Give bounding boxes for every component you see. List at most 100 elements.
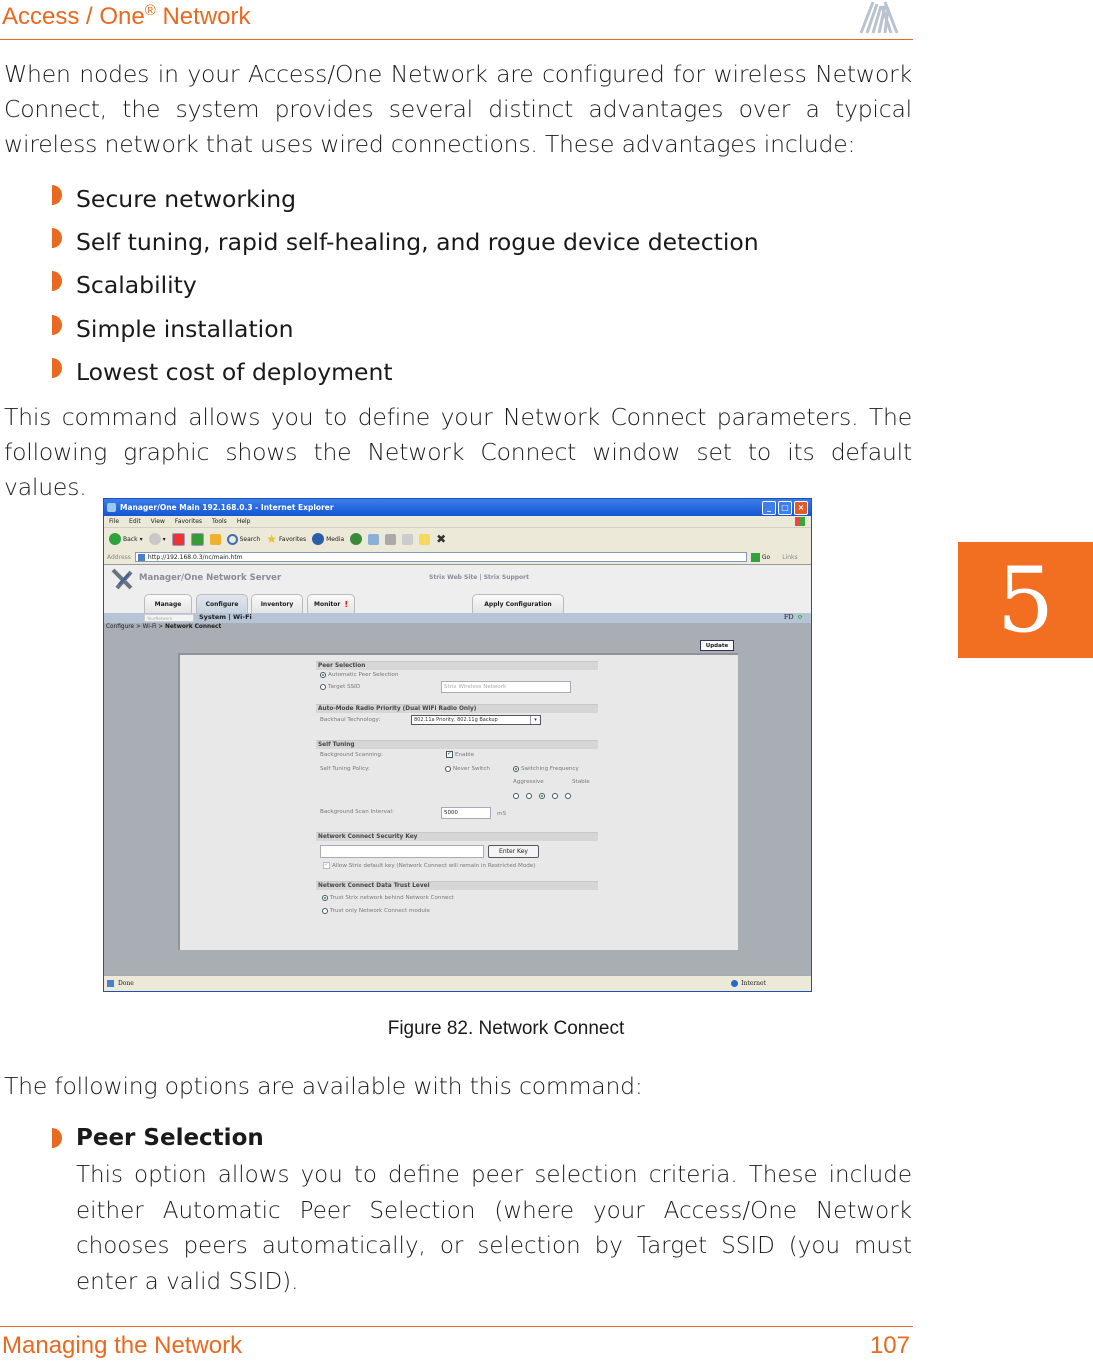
media-label: Media xyxy=(326,535,345,543)
background-scanning-checkbox[interactable] xyxy=(446,749,453,758)
print-icon[interactable] xyxy=(385,533,397,545)
close-icon[interactable]: × xyxy=(794,500,808,515)
menu-favorites[interactable]: Favorites xyxy=(175,518,202,525)
breadcrumb-prefix: Configure > Wi-Fi > xyxy=(106,624,166,630)
browser-toolbar: Back ▾ ▾ Search ★ Favorites Media ✖ xyxy=(104,528,811,550)
apply-configuration-tab[interactable]: Apply Configuration xyxy=(472,594,564,613)
globe-icon xyxy=(731,980,739,987)
advantages-list: Secure networking Self tuning, rapid sel… xyxy=(52,177,759,393)
target-ssid-input[interactable]: Strix Wireless Network xyxy=(441,681,571,693)
switching-frequency-row[interactable]: Switching Frequency xyxy=(513,766,579,772)
strix-logo-icon xyxy=(859,1,899,34)
forward-button[interactable]: ▾ xyxy=(148,533,166,545)
menu-view[interactable]: View xyxy=(151,518,165,525)
bullet-icon xyxy=(52,314,62,335)
trust-option-2-row[interactable]: Trust only Network Connect module xyxy=(322,908,430,914)
home-icon[interactable] xyxy=(209,533,221,545)
update-button[interactable]: Update xyxy=(700,640,734,651)
maximize-icon[interactable]: □ xyxy=(778,500,792,515)
history-icon[interactable] xyxy=(350,533,363,545)
automatic-peer-radio[interactable] xyxy=(320,672,326,678)
go-label: Go xyxy=(761,553,771,561)
automatic-peer-radio-row[interactable]: Automatic Peer Selection xyxy=(320,672,398,678)
window-titlebar: Manager/One Main 192.168.0.3 - Internet … xyxy=(104,499,811,516)
search-button[interactable]: Search xyxy=(226,533,260,545)
command-paragraph: This command allows you to define your N… xyxy=(4,403,912,501)
back-button[interactable]: Back ▾ xyxy=(109,533,143,545)
frequency-level-radio[interactable] xyxy=(513,793,519,799)
status-zone: Internet xyxy=(741,980,766,987)
network-select[interactable]: YourNetwork xyxy=(144,614,194,622)
section-radio-priority: Auto-Mode Radio Priority (Dual WiFi Radi… xyxy=(316,704,598,713)
never-switch-label: Never Switch xyxy=(453,766,490,772)
trust-module-radio[interactable] xyxy=(322,908,328,914)
menu-file[interactable]: File xyxy=(109,518,119,525)
aggressive-label: Aggressive xyxy=(513,779,544,785)
minimize-icon[interactable]: _ xyxy=(762,500,776,515)
self-tuning-policy-label: Self Tuning Policy: xyxy=(320,766,370,772)
target-ssid-radio[interactable] xyxy=(320,684,326,690)
figure-screenshot: Manager/One Main 192.168.0.3 - Internet … xyxy=(103,498,812,992)
menu-tools[interactable]: Tools xyxy=(212,518,227,525)
tab-inventory[interactable]: Inventory xyxy=(251,594,303,613)
strix-x-icon[interactable]: ✖ xyxy=(436,532,446,546)
list-item: Self tuning, rapid self-healing, and rog… xyxy=(52,220,759,263)
tab-monitor[interactable]: Monitor! xyxy=(307,594,355,613)
figure-caption: Figure 82. Network Connect xyxy=(0,1018,1093,1040)
frequency-level-radio[interactable] xyxy=(552,793,558,799)
trust-network-label: Trust Strix network behind Network Conne… xyxy=(330,895,454,901)
backhaul-technology-select[interactable]: 802.11a Priority, 802.11g Backup ▾ xyxy=(411,715,541,725)
frequency-level-radio[interactable] xyxy=(565,793,571,799)
address-input[interactable]: http://192.168.0.3/nc/main.htm xyxy=(134,552,747,562)
header-rule xyxy=(0,39,913,40)
tab-configure[interactable]: Configure xyxy=(196,594,248,613)
note-icon[interactable] xyxy=(419,533,431,545)
refresh-icon[interactable] xyxy=(190,532,204,546)
go-arrow-icon xyxy=(750,552,760,562)
trust-option-1-row[interactable]: Trust Strix network behind Network Conne… xyxy=(322,895,454,901)
default-key-row[interactable]: Allow Strix default key (Network Connect… xyxy=(323,860,536,869)
menu-bar: File Edit View Favorites Tools Help xyxy=(104,516,811,528)
tab-manage[interactable]: Manage xyxy=(144,594,192,613)
network-connect-panel: Peer Selection Automatic Peer Selection … xyxy=(178,653,738,950)
registered-mark: ® xyxy=(144,2,156,19)
default-key-checkbox[interactable] xyxy=(323,860,330,869)
search-icon xyxy=(226,533,238,545)
security-key-input[interactable] xyxy=(320,845,484,858)
links-button[interactable]: Links xyxy=(782,554,797,561)
target-ssid-radio-row[interactable]: Target SSID xyxy=(320,684,360,690)
footer-rule xyxy=(0,1326,913,1327)
subnav-links[interactable]: System | Wi-Fi xyxy=(199,613,252,621)
app-header: Manager/One Network Server Strix Web Sit… xyxy=(104,565,811,593)
background-scanning-label: Background Scanning: xyxy=(320,752,383,758)
go-button[interactable]: Go xyxy=(750,552,771,562)
stop-icon[interactable] xyxy=(171,532,185,546)
menu-help[interactable]: Help xyxy=(237,518,251,525)
list-item-text: Simple installation xyxy=(76,314,294,343)
never-switch-row[interactable]: Never Switch xyxy=(445,766,490,772)
strix-links[interactable]: Strix Web Site | Strix Support xyxy=(429,574,529,581)
background-scanning-check-row[interactable]: Enable xyxy=(446,749,474,758)
media-button[interactable]: Media xyxy=(312,533,344,545)
favorites-button[interactable]: ★ Favorites xyxy=(266,532,306,546)
refresh-icon[interactable]: ⟳ xyxy=(798,613,803,621)
section-trust-level: Network Connect Data Trust Level xyxy=(316,881,598,890)
menu-edit[interactable]: Edit xyxy=(129,518,141,525)
mail-icon[interactable] xyxy=(368,533,380,545)
trust-network-radio[interactable] xyxy=(322,895,328,901)
enter-key-button[interactable]: Enter Key xyxy=(488,845,539,858)
switching-frequency-radio[interactable] xyxy=(513,766,519,772)
forward-arrow-icon xyxy=(148,533,161,545)
option-title: Peer Selection xyxy=(76,1125,264,1151)
frequency-level-radio[interactable] xyxy=(539,793,545,799)
section-security-key: Network Connect Security Key xyxy=(316,832,598,841)
frequency-level-radio[interactable] xyxy=(526,793,532,799)
scan-interval-input[interactable]: 5000 xyxy=(441,807,491,819)
never-switch-radio[interactable] xyxy=(445,766,451,772)
ie-icon xyxy=(107,503,116,512)
option-peer-selection: Peer Selection xyxy=(52,1125,264,1151)
star-icon: ★ xyxy=(266,532,277,546)
tab-monitor-label: Monitor xyxy=(313,600,341,608)
edit-icon[interactable] xyxy=(402,533,414,545)
default-key-label: Allow Strix default key (Network Connect… xyxy=(332,862,536,869)
